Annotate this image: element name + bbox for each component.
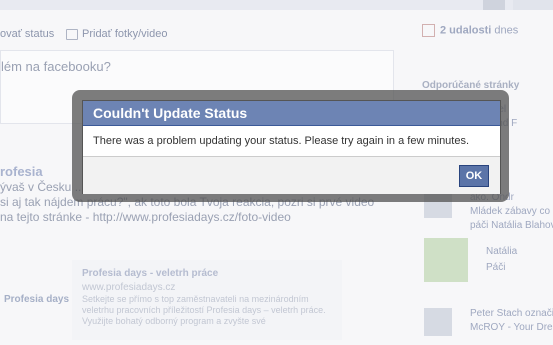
dialog-footer: OK bbox=[83, 156, 500, 194]
ok-button[interactable]: OK bbox=[459, 165, 489, 187]
suggestion-photo[interactable] bbox=[424, 238, 468, 282]
tab-add-photo[interactable]: Pridať fotky/video bbox=[66, 28, 167, 40]
link-description: Setkejte se přímo s top zaměstnavateli n… bbox=[82, 294, 326, 326]
error-dialog: Couldn't Update Status There was a probl… bbox=[82, 100, 501, 194]
story-author[interactable]: rofesia bbox=[0, 164, 43, 179]
dialog-message: There was a problem updating your status… bbox=[83, 126, 500, 156]
link-title[interactable]: Profesia days - veletrh práce bbox=[82, 266, 218, 281]
suggestion-text: Mládek zábavy co bbox=[470, 206, 551, 217]
suggestion-text[interactable]: Natália bbox=[486, 246, 553, 258]
link-url: www.profesiadays.cz bbox=[82, 282, 176, 293]
composer-text: lém na facebooku? bbox=[1, 59, 111, 74]
events-reminder[interactable]: 2 udalosti dnes bbox=[422, 24, 518, 37]
profesia-logo: Profesia days bbox=[4, 294, 70, 305]
tab-update-status[interactable]: ovať status bbox=[0, 28, 54, 40]
suggestion-text[interactable]: Peter Stach označi bbox=[470, 308, 553, 320]
dialog-title: Couldn't Update Status bbox=[83, 101, 500, 126]
calendar-icon bbox=[422, 24, 435, 37]
suggestion-thumb[interactable] bbox=[424, 308, 452, 336]
suggestion-text: páči Natália Blahová. bbox=[470, 220, 553, 231]
suggestion-text[interactable]: Páči bbox=[486, 262, 553, 274]
suggestion-text[interactable]: McROY - Your Drea bbox=[470, 322, 553, 334]
